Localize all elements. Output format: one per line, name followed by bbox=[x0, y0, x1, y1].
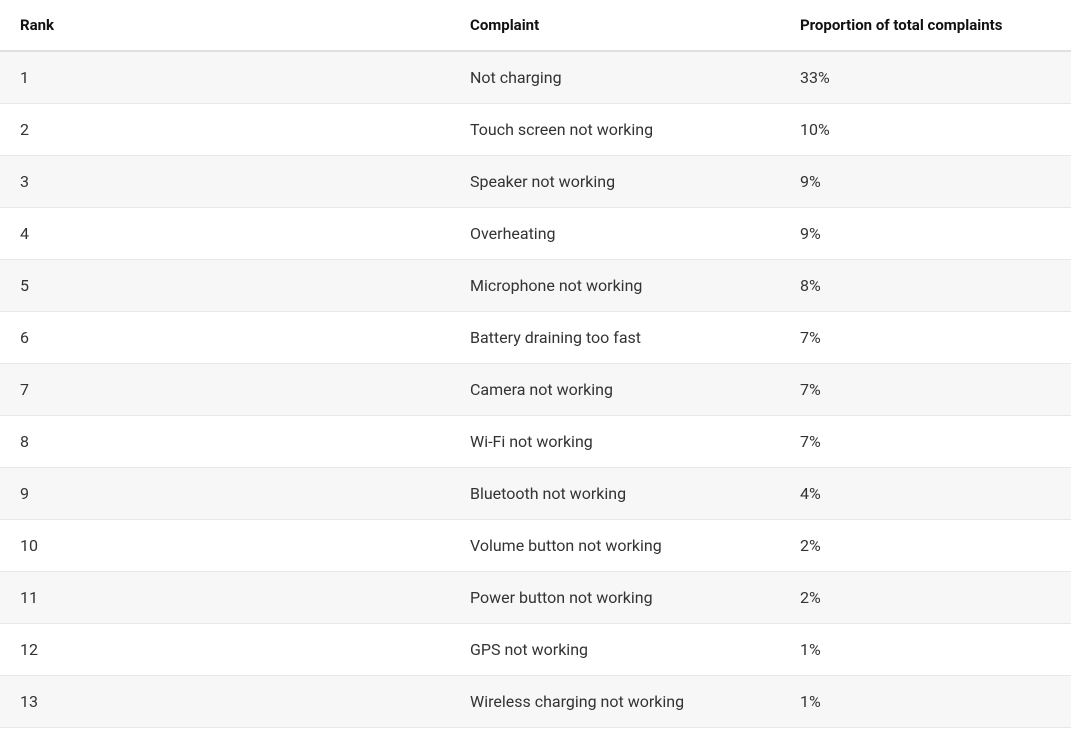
table-row: 10Volume button not working2% bbox=[0, 520, 1071, 572]
complaint-cell: Not charging bbox=[450, 51, 780, 104]
proportion-cell: 8% bbox=[780, 260, 1071, 312]
rank-cell: 6 bbox=[0, 312, 450, 364]
proportion-cell: 33% bbox=[780, 51, 1071, 104]
rank-cell: 7 bbox=[0, 364, 450, 416]
table-row: 7Camera not working7% bbox=[0, 364, 1071, 416]
table-container: Rank Complaint Proportion of total compl… bbox=[0, 0, 1071, 728]
rank-header: Rank bbox=[0, 0, 450, 51]
proportion-cell: 1% bbox=[780, 676, 1071, 728]
proportion-cell: 1% bbox=[780, 624, 1071, 676]
complaint-cell: Touch screen not working bbox=[450, 104, 780, 156]
table-row: 8Wi-Fi not working7% bbox=[0, 416, 1071, 468]
proportion-cell: 7% bbox=[780, 364, 1071, 416]
proportion-cell: 7% bbox=[780, 416, 1071, 468]
rank-cell: 8 bbox=[0, 416, 450, 468]
rank-cell: 9 bbox=[0, 468, 450, 520]
rank-cell: 13 bbox=[0, 676, 450, 728]
complaint-header: Complaint bbox=[450, 0, 780, 51]
table-row: 2Touch screen not working10% bbox=[0, 104, 1071, 156]
proportion-cell: 7% bbox=[780, 312, 1071, 364]
table-row: 6Battery draining too fast7% bbox=[0, 312, 1071, 364]
rank-cell: 3 bbox=[0, 156, 450, 208]
table-header-row: Rank Complaint Proportion of total compl… bbox=[0, 0, 1071, 51]
proportion-cell: 9% bbox=[780, 156, 1071, 208]
complaint-cell: Volume button not working bbox=[450, 520, 780, 572]
complaint-cell: Power button not working bbox=[450, 572, 780, 624]
proportion-cell: 2% bbox=[780, 572, 1071, 624]
table-row: 4Overheating9% bbox=[0, 208, 1071, 260]
complaint-cell: Battery draining too fast bbox=[450, 312, 780, 364]
rank-cell: 5 bbox=[0, 260, 450, 312]
rank-cell: 10 bbox=[0, 520, 450, 572]
table-row: 3Speaker not working9% bbox=[0, 156, 1071, 208]
proportion-cell: 2% bbox=[780, 520, 1071, 572]
table-row: 5Microphone not working8% bbox=[0, 260, 1071, 312]
complaint-cell: Wireless charging not working bbox=[450, 676, 780, 728]
complaint-cell: Microphone not working bbox=[450, 260, 780, 312]
complaint-cell: Speaker not working bbox=[450, 156, 780, 208]
proportion-header: Proportion of total complaints bbox=[780, 0, 1071, 51]
complaint-cell: Wi-Fi not working bbox=[450, 416, 780, 468]
proportion-cell: 10% bbox=[780, 104, 1071, 156]
complaint-cell: Bluetooth not working bbox=[450, 468, 780, 520]
rank-cell: 4 bbox=[0, 208, 450, 260]
table-row: 11Power button not working2% bbox=[0, 572, 1071, 624]
complaint-cell: Camera not working bbox=[450, 364, 780, 416]
complaints-table: Rank Complaint Proportion of total compl… bbox=[0, 0, 1071, 728]
rank-cell: 1 bbox=[0, 51, 450, 104]
table-row: 13Wireless charging not working1% bbox=[0, 676, 1071, 728]
complaint-cell: GPS not working bbox=[450, 624, 780, 676]
rank-cell: 2 bbox=[0, 104, 450, 156]
complaint-cell: Overheating bbox=[450, 208, 780, 260]
table-row: 9Bluetooth not working4% bbox=[0, 468, 1071, 520]
proportion-cell: 4% bbox=[780, 468, 1071, 520]
rank-cell: 12 bbox=[0, 624, 450, 676]
rank-cell: 11 bbox=[0, 572, 450, 624]
table-row: 1Not charging33% bbox=[0, 51, 1071, 104]
proportion-cell: 9% bbox=[780, 208, 1071, 260]
table-row: 12GPS not working1% bbox=[0, 624, 1071, 676]
